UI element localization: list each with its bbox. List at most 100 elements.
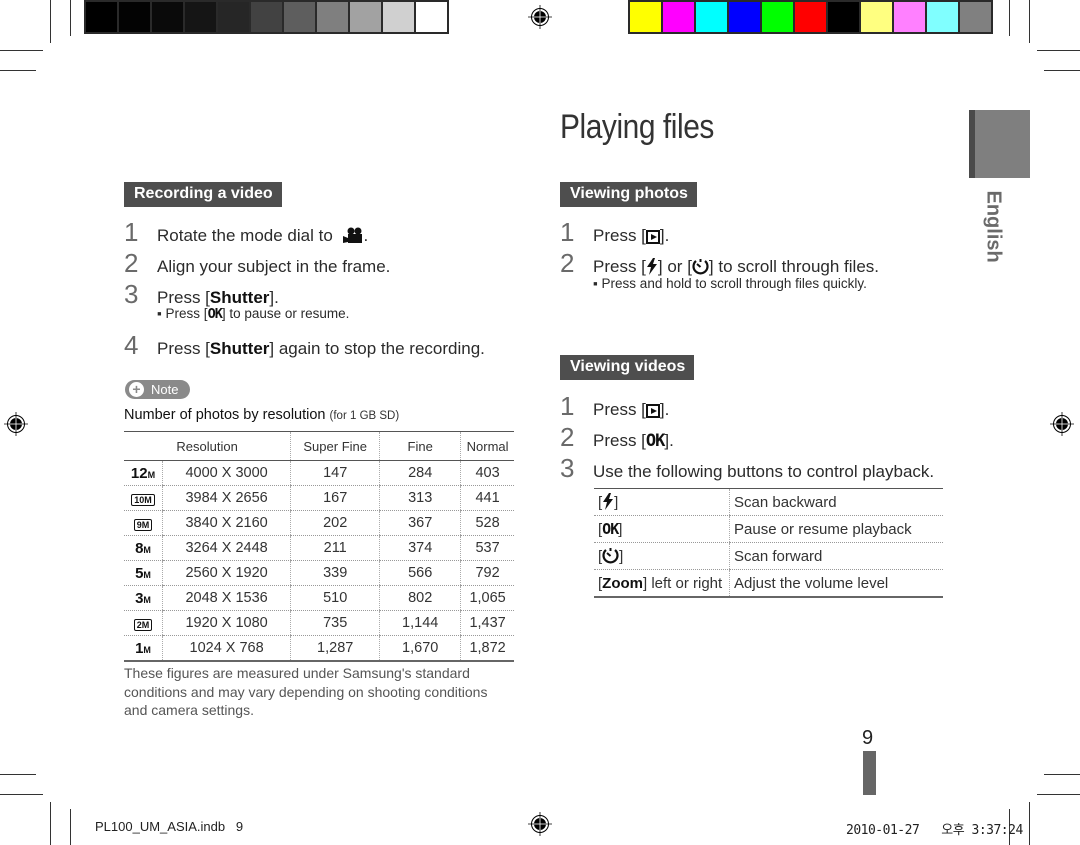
table-row: 5M 2560 X 1920 339 566 792 xyxy=(124,560,514,586)
gray-swatch xyxy=(350,2,381,32)
page-number: 9 xyxy=(862,727,874,749)
color-swatch xyxy=(894,2,925,32)
flash-icon xyxy=(603,493,614,510)
crop-mark xyxy=(1044,70,1080,71)
crop-mark xyxy=(0,50,43,51)
videos-step-2: 2 Press [OK]. xyxy=(560,422,674,452)
resolution-2m-icon: 2M xyxy=(124,610,163,636)
playback-button-icon xyxy=(645,230,660,244)
color-swatch xyxy=(663,2,694,32)
table-row: 9M 3840 X 2160 202 367 528 xyxy=(124,510,514,536)
resolution-table: Resolution Super Fine Fine Normal 12M 400… xyxy=(124,431,514,662)
resolution-8m-icon: 8M xyxy=(124,535,163,561)
table-row: [] Scan backward xyxy=(594,488,943,516)
color-swatch xyxy=(927,2,958,32)
footer-timestamp: 2010-01-27 오후 3:37:24 xyxy=(846,823,1023,838)
plus-icon: + xyxy=(129,382,144,397)
section-header-recording: Recording a video xyxy=(124,182,282,207)
shutter-key: Shutter xyxy=(209,339,270,358)
gray-swatch xyxy=(317,2,348,32)
crop-mark xyxy=(50,0,51,43)
timer-icon xyxy=(602,548,619,564)
ok-button-icon: OK xyxy=(602,520,619,538)
color-swatch xyxy=(630,2,661,32)
gray-swatch xyxy=(119,2,150,32)
photos-step-2-bullet: ▪ Press and hold to scroll through files… xyxy=(593,276,867,291)
gray-swatch xyxy=(86,2,117,32)
zoom-key: Zoom xyxy=(602,574,643,592)
color-swatch xyxy=(696,2,727,32)
table-row: 10M 3984 X 2656 167 313 441 xyxy=(124,485,514,511)
videos-step-3: 3 Use the following buttons to control p… xyxy=(560,453,935,483)
registration-mark-icon xyxy=(528,5,552,29)
videos-step-1: 1 Press []. xyxy=(560,391,670,421)
language-tab-label: English xyxy=(982,190,1005,263)
table-row: 1M 1024 X 768 1,287 1,670 1,872 xyxy=(124,635,514,662)
playback-controls-table: [] Scan backward [OK] Pause or resume pl… xyxy=(594,488,943,598)
footer-filename: PL100_UM_ASIA.indb 9 xyxy=(95,819,244,834)
resolution-9m-icon: 9M xyxy=(124,510,163,536)
gray-swatch xyxy=(152,2,183,32)
crop-mark xyxy=(50,802,51,845)
cmyk-color-bar xyxy=(628,0,993,34)
grayscale-color-bar xyxy=(84,0,449,34)
table-row: 8M 3264 X 2448 211 374 537 xyxy=(124,535,514,561)
table-row: 12M 4000 X 3000 147 284 403 xyxy=(124,460,514,486)
crop-mark xyxy=(0,70,36,71)
note-heading: Number of photos by resolution (for 1 GB… xyxy=(124,407,400,423)
registration-mark-icon xyxy=(1050,412,1074,436)
recording-step-2: 2 Align your subject in the frame. xyxy=(124,248,391,278)
crop-mark xyxy=(1044,774,1080,775)
crop-mark xyxy=(0,794,43,795)
language-tab-block xyxy=(969,110,1030,178)
movie-camera-icon xyxy=(342,227,362,243)
color-swatch xyxy=(762,2,793,32)
registration-mark-icon xyxy=(4,412,28,436)
gray-swatch xyxy=(218,2,249,32)
photos-step-2: 2 Press [] or [] to scroll through files… xyxy=(560,248,879,278)
recording-step-3: 3 Press [Shutter]. xyxy=(124,279,279,309)
color-swatch xyxy=(861,2,892,32)
gray-swatch xyxy=(416,2,447,32)
recording-step-4: 4 Press [Shutter] again to stop the reco… xyxy=(124,330,485,360)
color-swatch xyxy=(795,2,826,32)
crop-mark xyxy=(70,0,71,36)
resolution-3m-icon: 3M xyxy=(124,585,163,611)
playback-button-icon xyxy=(645,404,660,418)
resolution-1m-icon: 1M xyxy=(124,635,163,662)
gray-swatch xyxy=(251,2,282,32)
ok-button-icon: OK xyxy=(645,431,666,451)
photos-step-1: 1 Press []. xyxy=(560,217,670,247)
color-swatch xyxy=(828,2,859,32)
crop-mark xyxy=(1037,50,1080,51)
crop-mark xyxy=(1029,0,1030,43)
registration-mark-icon xyxy=(528,812,552,836)
table-header-row: Resolution Super Fine Fine Normal xyxy=(124,431,514,461)
table-row: 3M 2048 X 1536 510 802 1,065 xyxy=(124,585,514,611)
gray-swatch xyxy=(383,2,414,32)
crop-mark xyxy=(70,809,71,845)
recording-step-1: 1 Rotate the mode dial to . xyxy=(124,217,369,247)
resolution-10m-icon: 10M xyxy=(124,485,163,511)
page-title: Playing files xyxy=(560,108,714,146)
flash-icon xyxy=(646,258,657,275)
color-swatch xyxy=(729,2,760,32)
crop-mark xyxy=(1009,0,1010,36)
recording-step-3-bullet: ▪ Press [OK] to pause or resume. xyxy=(157,306,350,322)
gray-swatch xyxy=(284,2,315,32)
note-badge: + Note xyxy=(125,380,191,399)
resolution-footnote: These figures are measured under Samsung… xyxy=(124,665,488,718)
timer-icon xyxy=(692,259,709,275)
resolution-12m-icon: 12M xyxy=(124,460,163,486)
table-row: 2M 1920 X 1080 735 1,144 1,437 xyxy=(124,610,514,636)
resolution-5m-icon: 5M xyxy=(124,560,163,586)
shutter-key: Shutter xyxy=(209,288,270,307)
section-header-viewing-photos: Viewing photos xyxy=(560,182,697,207)
table-row: [] Scan forward xyxy=(594,542,943,570)
table-row: [Zoom] left or right Adjust the volume l… xyxy=(594,569,943,598)
page-number-bar xyxy=(863,751,876,795)
ok-button-icon: OK xyxy=(207,306,223,322)
table-row: [OK] Pause or resume playback xyxy=(594,515,943,543)
crop-mark xyxy=(0,774,36,775)
crop-mark xyxy=(1029,802,1030,845)
